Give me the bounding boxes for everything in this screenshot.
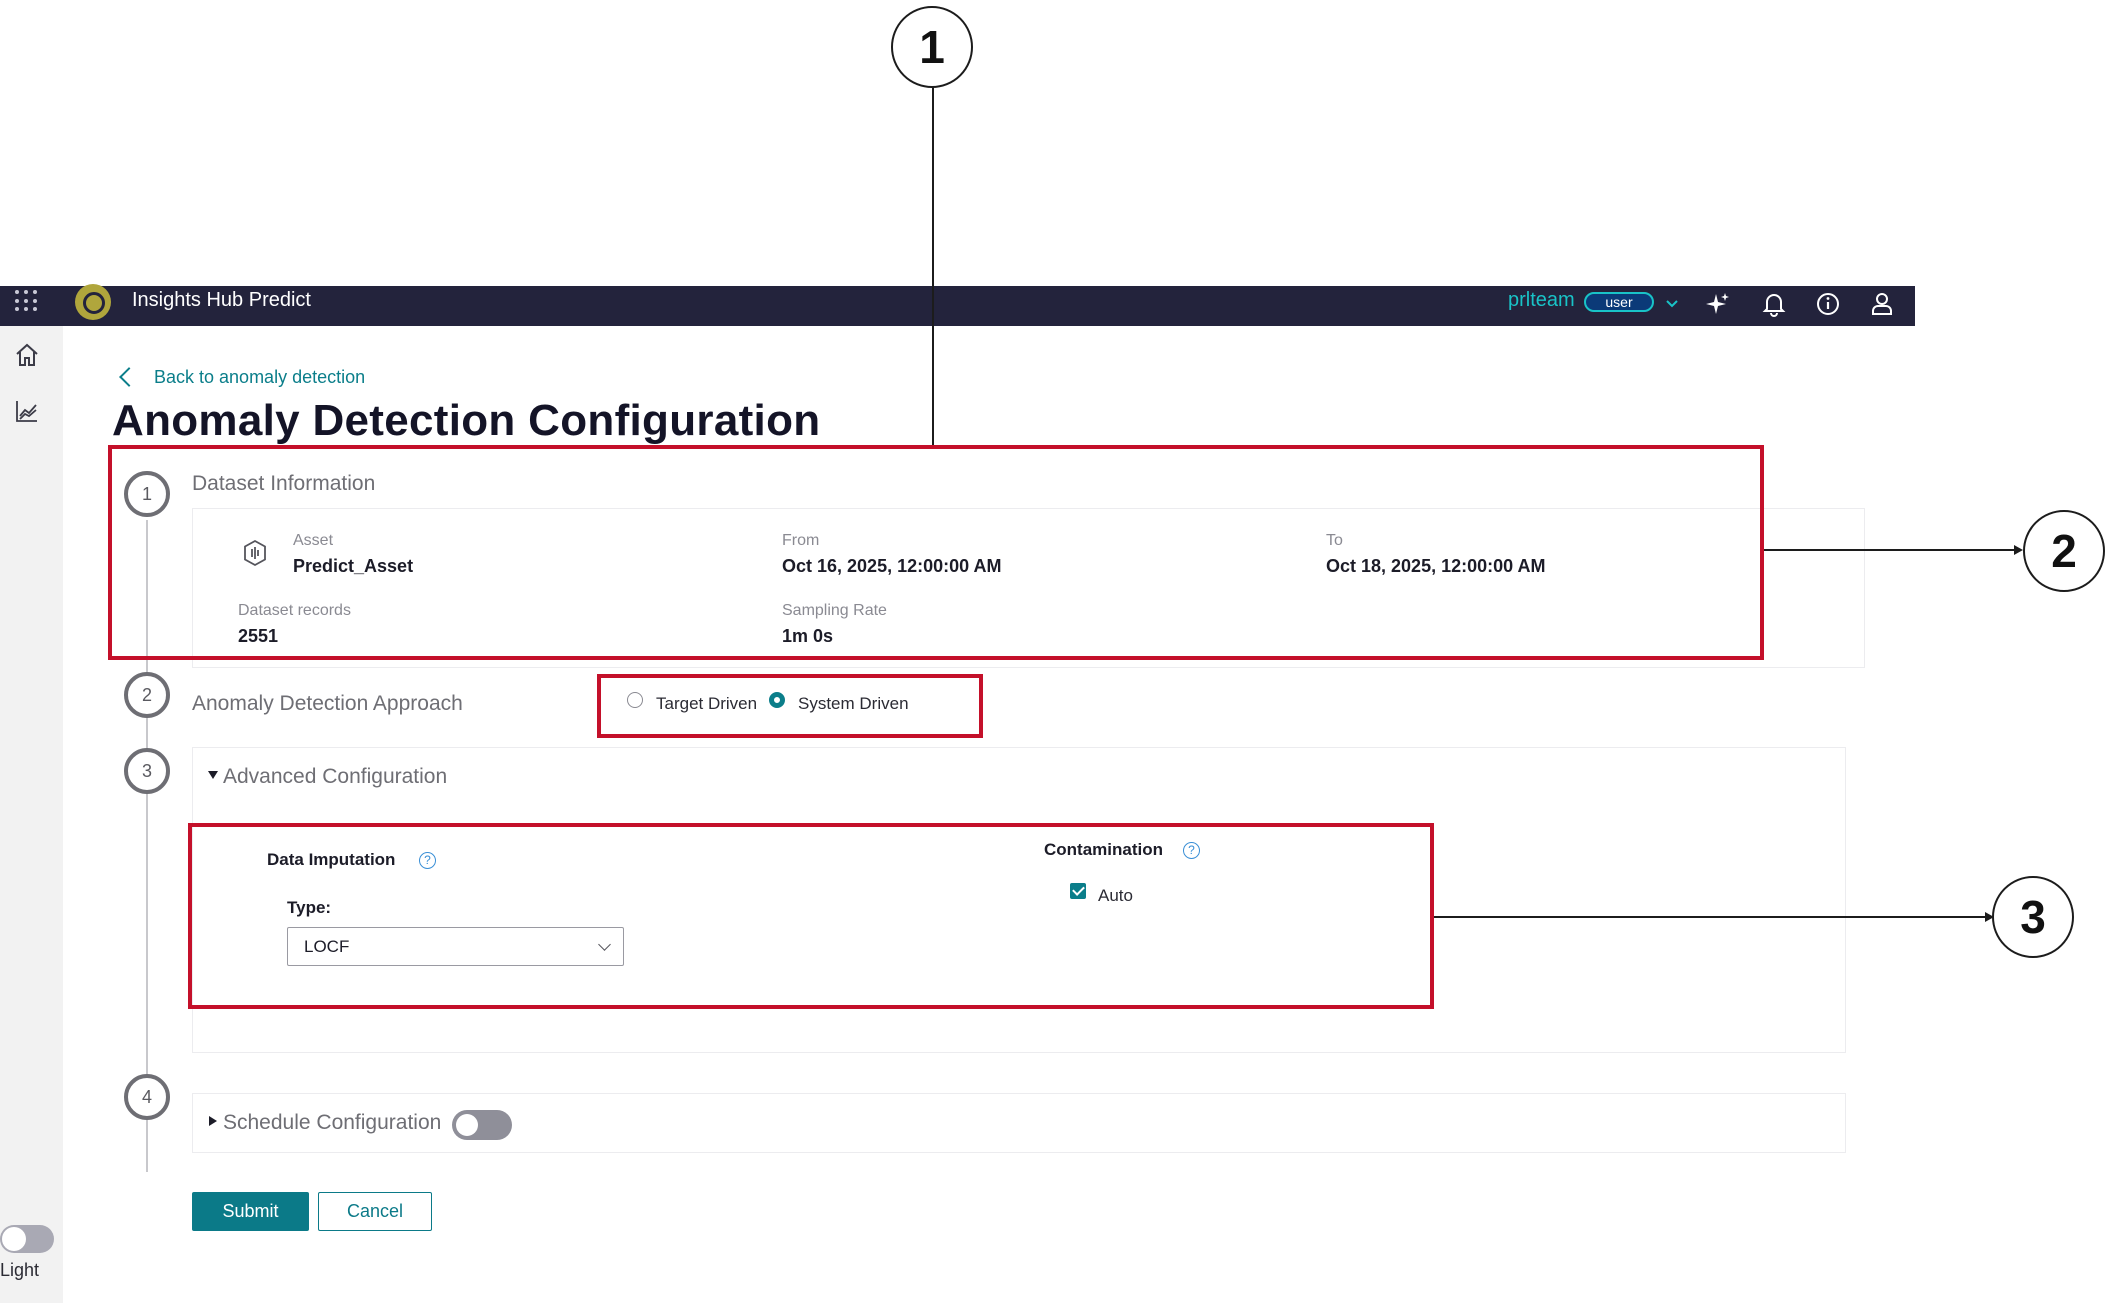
theme-toggle[interactable] — [0, 1225, 54, 1253]
sparkle-icon[interactable] — [1700, 286, 1736, 322]
chevron-left-icon — [119, 367, 139, 387]
info-icon[interactable] — [1810, 286, 1846, 322]
callout-1-leader — [932, 87, 934, 445]
approach-section-title: Anomaly Detection Approach — [192, 692, 463, 715]
cancel-button[interactable]: Cancel — [318, 1192, 432, 1231]
chart-icon[interactable] — [12, 396, 42, 426]
app-logo-icon — [75, 284, 111, 320]
callout-1: 1 — [891, 6, 973, 88]
step-3: 3 — [124, 748, 170, 794]
submit-button[interactable]: Submit — [192, 1192, 309, 1231]
callout-2-leader — [1764, 549, 2018, 551]
chevron-right-icon[interactable] — [209, 1116, 217, 1126]
tenant-name[interactable]: prlteam — [1508, 288, 1575, 312]
app-menu-icon[interactable] — [15, 288, 39, 312]
step-2: 2 — [124, 672, 170, 718]
home-icon[interactable] — [12, 340, 42, 370]
callout-3-leader — [1434, 916, 1989, 918]
bell-icon[interactable] — [1756, 286, 1792, 322]
callout-3: 3 — [1992, 876, 2074, 958]
back-link-label: Back to anomaly detection — [154, 366, 366, 387]
theme-label: Light — [0, 1260, 40, 1280]
callout-2: 2 — [2023, 510, 2105, 592]
page-title: Anomaly Detection Configuration — [112, 396, 821, 445]
highlight-advanced — [188, 823, 1434, 1009]
highlight-approach — [597, 674, 983, 738]
chevron-down-icon[interactable] — [208, 771, 218, 779]
advanced-section-title[interactable]: Advanced Configuration — [223, 765, 447, 789]
side-nav — [0, 326, 63, 1303]
step-4: 4 — [124, 1074, 170, 1120]
app-title: Insights Hub Predict — [132, 289, 311, 311]
highlight-dataset — [108, 445, 1764, 660]
schedule-section-title[interactable]: Schedule Configuration — [223, 1111, 441, 1135]
chevron-down-icon[interactable] — [1654, 286, 1690, 322]
role-badge: user — [1584, 292, 1654, 312]
callout-2-arrowhead — [2014, 545, 2023, 555]
user-icon[interactable] — [1864, 286, 1900, 322]
schedule-toggle[interactable] — [452, 1110, 512, 1140]
back-link[interactable]: Back to anomaly detection — [118, 364, 365, 390]
